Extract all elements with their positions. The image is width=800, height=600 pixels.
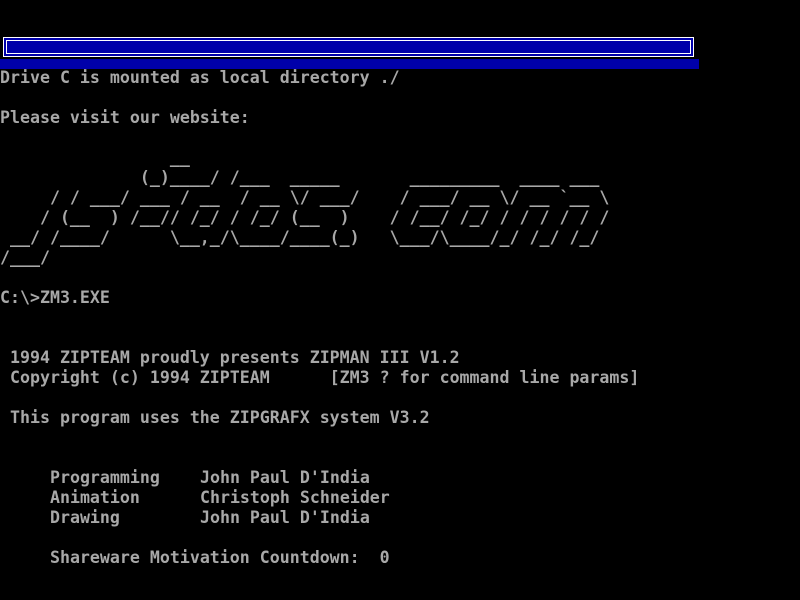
command-prompt-line: C:\>ZM3.EXE <box>0 288 110 308</box>
countdown-value: 0 <box>380 548 390 567</box>
credit-name: John Paul D'India <box>200 508 370 527</box>
ascii-logo-row: /___/ <box>0 248 609 268</box>
ascii-logo-jsdos: __ (_)____/ /___ _____ _________ ____ __… <box>0 148 609 268</box>
presents-line: 1994 ZIPTEAM proudly presents ZIPMAN III… <box>0 348 460 368</box>
ascii-logo-row: __/ /____/ \__,_/\____/____(_) \___/\___… <box>0 228 609 248</box>
countdown-line: Shareware Motivation Countdown: 0 <box>0 528 390 588</box>
ascii-logo-row: (_)____/ /___ _____ _________ ____ ___ <box>0 168 609 188</box>
engine-info-line: This program uses the ZIPGRAFX system V3… <box>0 408 430 428</box>
ascii-logo-row: / (__ ) /__// /_/ / /_/ (__ ) / /__/ /_/… <box>0 208 609 228</box>
ascii-logo-row: / / ___/ ___ / __ / __ \/ ___/ / ___/ __… <box>0 188 609 208</box>
credit-role: Drawing <box>50 508 200 528</box>
dos-terminal-screen: Drive C is mounted as local directory ./… <box>0 0 800 600</box>
countdown-label: Shareware Motivation Countdown: <box>40 548 360 567</box>
loading-bar-frame <box>3 37 694 57</box>
website-prompt-message: Please visit our website: <box>0 108 250 128</box>
drive-mounted-message: Drive C is mounted as local directory ./ <box>0 68 400 88</box>
loading-bar-fill <box>6 40 691 54</box>
copyright-line: Copyright (c) 1994 ZIPTEAM [ZM3 ? for co… <box>0 368 639 388</box>
ascii-logo-row: __ <box>0 148 609 168</box>
